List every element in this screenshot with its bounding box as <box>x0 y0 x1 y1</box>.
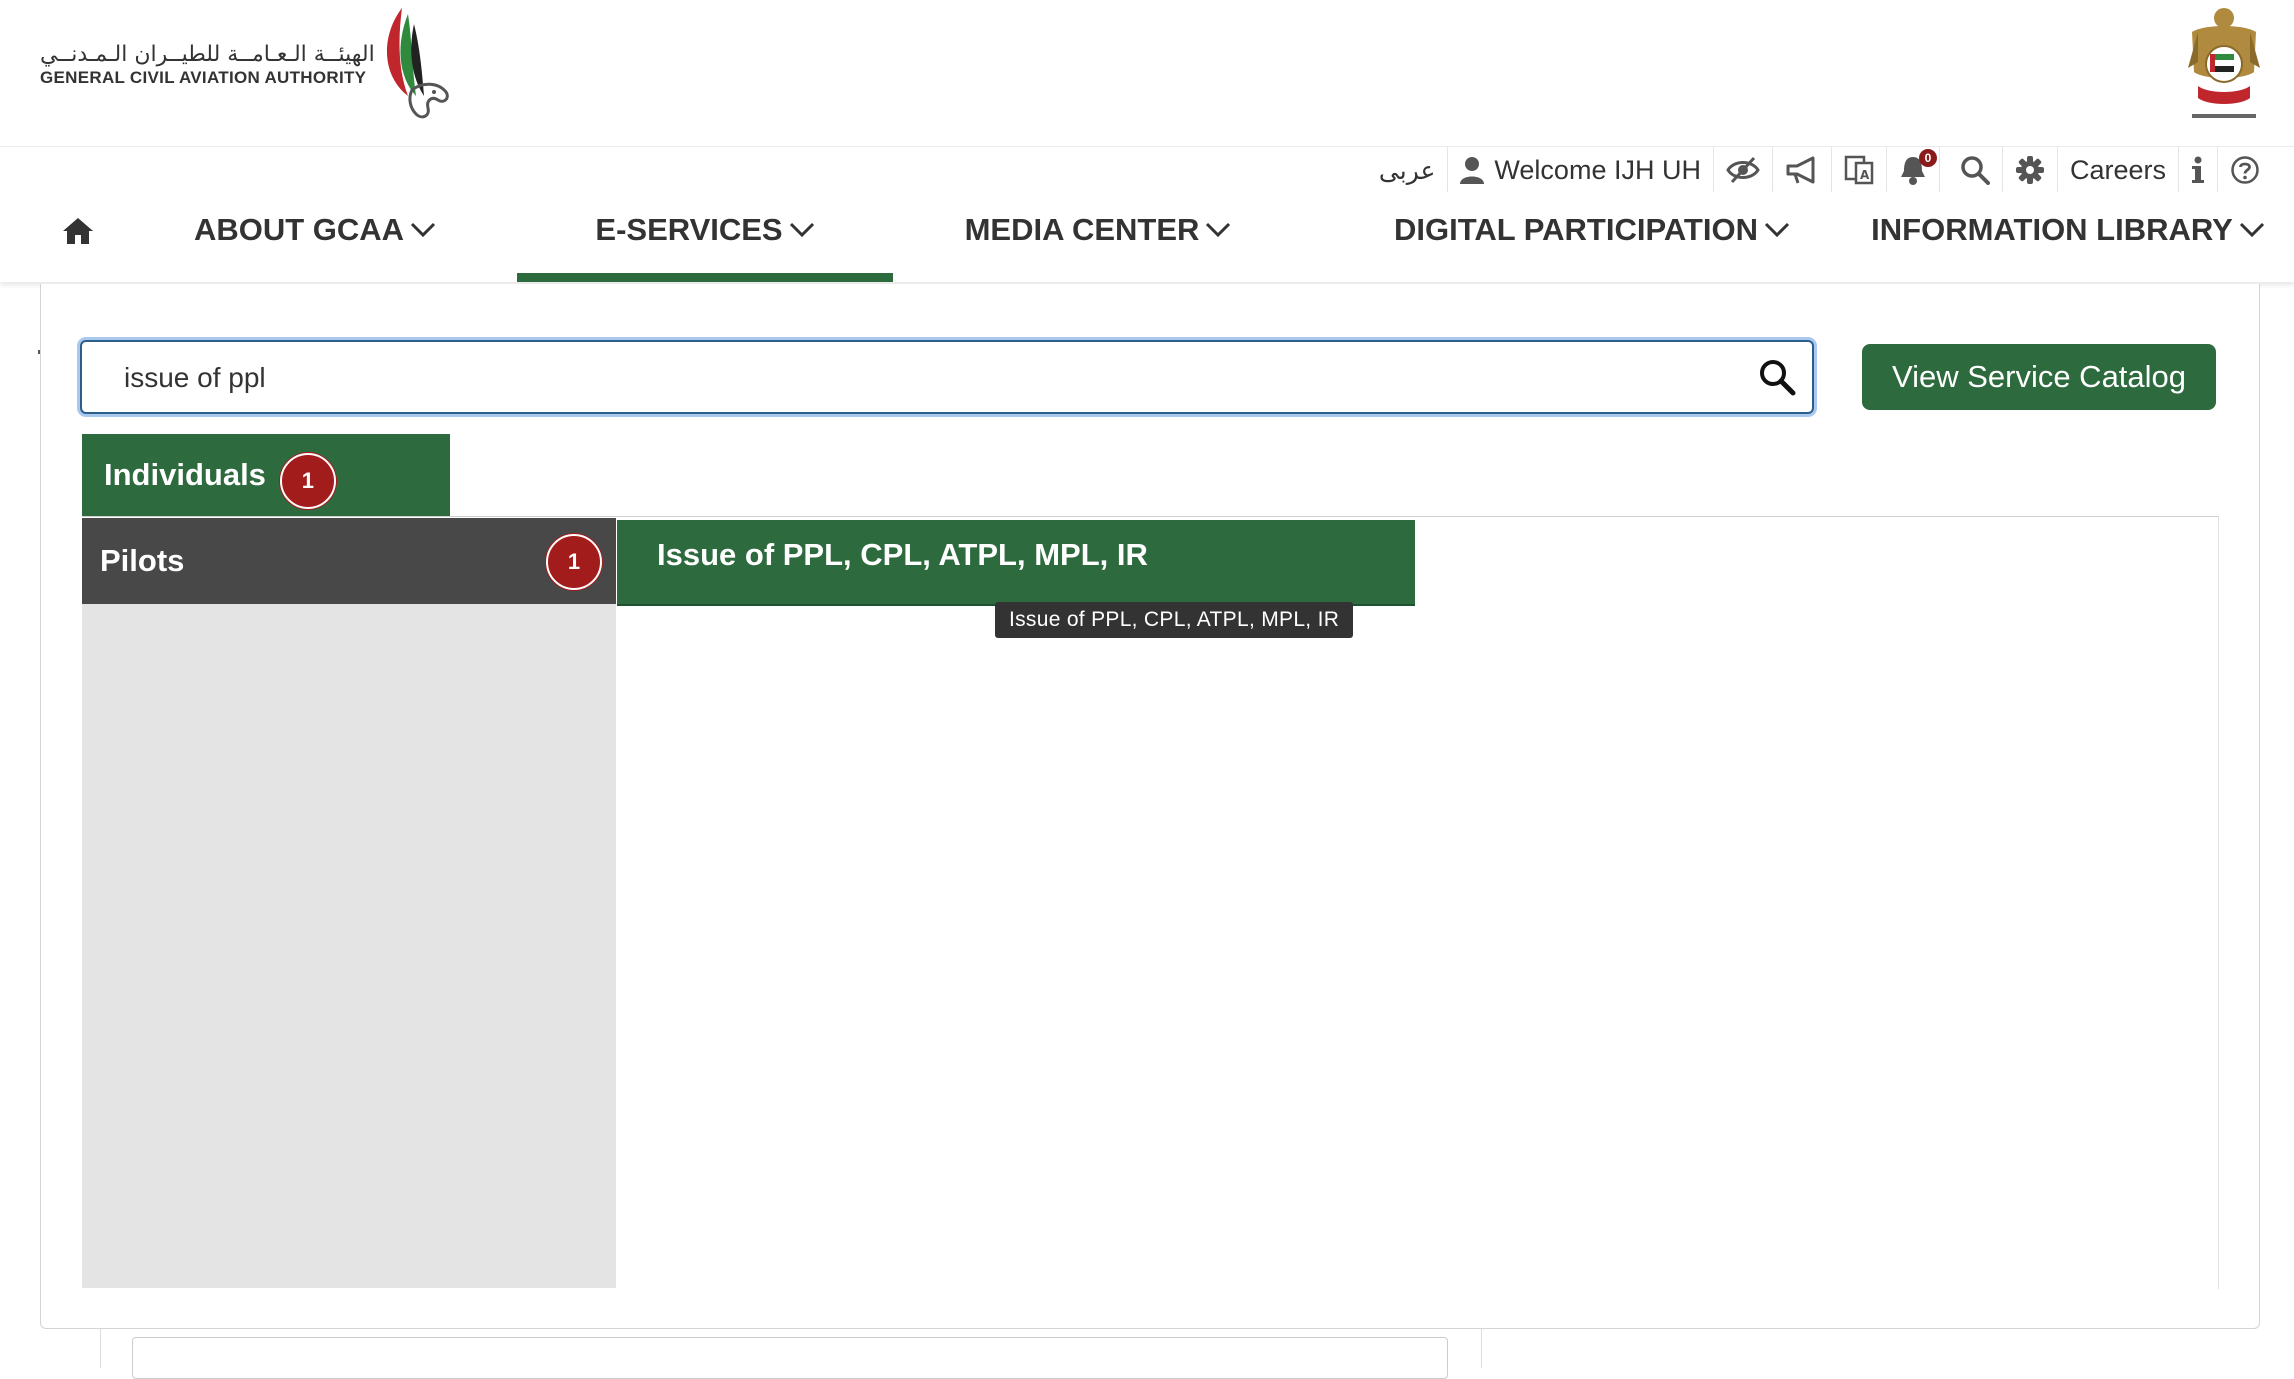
count-badge: 1 <box>279 453 336 509</box>
service-search-box[interactable] <box>80 340 1814 414</box>
user-menu[interactable]: Welcome IJH UH <box>1447 147 1713 193</box>
chevron-down-icon <box>410 222 436 238</box>
gcaa-logo[interactable]: الهيئــة الـعـامــة للطيــران الـمـدنــي… <box>40 0 480 130</box>
welcome-text: Welcome IJH UH <box>1494 154 1701 185</box>
nav-item-label: INFORMATION LIBRARY <box>1871 212 2233 247</box>
notification-count-badge: 0 <box>1918 149 1937 167</box>
help-circle-icon <box>2231 156 2259 184</box>
accessibility-button[interactable] <box>1712 147 1772 193</box>
nav-e-services[interactable]: E-SERVICES <box>517 192 893 282</box>
nav-media-center[interactable]: MEDIA CENTER <box>948 192 1248 282</box>
lower-card <box>132 1337 1448 1379</box>
tab-label: Individuals <box>104 457 266 492</box>
chevron-down-icon <box>2239 222 2264 238</box>
service-tooltip: Issue of PPL, CPL, ATPL, MPL, IR <box>995 602 1354 638</box>
careers-link[interactable]: Careers <box>2056 147 2178 193</box>
settings-button[interactable] <box>2001 147 2057 193</box>
nav-item-label: ABOUT GCAA <box>193 212 405 247</box>
main-navigation: ABOUT GCAA E-SERVICES MEDIA CENTER DIGIT… <box>0 192 2294 282</box>
language-toggle[interactable]: عربى <box>1367 147 1448 193</box>
nav-item-label: MEDIA CENTER <box>964 212 1200 247</box>
nav-item-label: DIGITAL PARTICIPATION <box>1394 212 1758 247</box>
logo-english-text: GENERAL CIVIL AVIATION AUTHORITY <box>40 68 367 87</box>
service-label: Issue of PPL, CPL, ATPL, MPL, IR <box>657 537 1148 572</box>
svg-text:A: A <box>1860 168 1870 182</box>
category-column <box>82 518 616 1288</box>
logo-arabic-text: الهيئــة الـعـامــة للطيــران الـمـدنــي <box>40 42 375 67</box>
nav-about-gcaa[interactable]: ABOUT GCAA <box>170 192 460 282</box>
translate-icon: A <box>1844 155 1874 185</box>
translate-button[interactable]: A <box>1830 147 1886 193</box>
help-button[interactable] <box>2217 147 2272 193</box>
search-icon <box>1961 156 1990 185</box>
search-icon[interactable] <box>1758 358 1796 396</box>
tab-individuals[interactable]: Individuals 1 <box>82 434 450 516</box>
chevron-down-icon <box>789 222 814 238</box>
view-service-catalog-button[interactable]: View Service Catalog <box>1862 344 2216 410</box>
service-search-input[interactable] <box>122 342 1726 414</box>
decorative-tick <box>38 350 40 354</box>
utility-bar: عربى Welcome IJH UH A 0 Careers <box>0 146 2294 194</box>
falcon-logo-icon <box>386 8 449 119</box>
nav-information-library[interactable]: INFORMATION LIBRARY <box>1858 192 2278 282</box>
count-badge: 1 <box>546 534 602 590</box>
chevron-down-icon <box>1206 222 1231 238</box>
chevron-down-icon <box>1764 222 1790 238</box>
nav-item-label: E-SERVICES <box>595 212 783 247</box>
home-icon[interactable] <box>62 216 94 246</box>
gear-icon <box>2015 156 2044 184</box>
site-search-button[interactable] <box>1938 147 2002 193</box>
info-icon <box>2192 156 2204 183</box>
info-button[interactable] <box>2178 147 2217 193</box>
user-icon <box>1460 157 1485 184</box>
announcements-button[interactable] <box>1771 147 1831 193</box>
eye-slash-icon <box>1726 156 1760 184</box>
category-label: Pilots <box>100 543 185 578</box>
notifications-button[interactable]: 0 <box>1885 147 1939 193</box>
megaphone-icon <box>1786 156 1815 184</box>
nav-digital-participation[interactable]: DIGITAL PARTICIPATION <box>1382 192 1802 282</box>
uae-emblem-icon <box>2188 8 2260 118</box>
category-item-pilots[interactable]: Pilots 1 <box>82 518 616 604</box>
service-result-issue-of-licences[interactable]: Issue of PPL, CPL, ATPL, MPL, IR <box>617 520 1415 606</box>
